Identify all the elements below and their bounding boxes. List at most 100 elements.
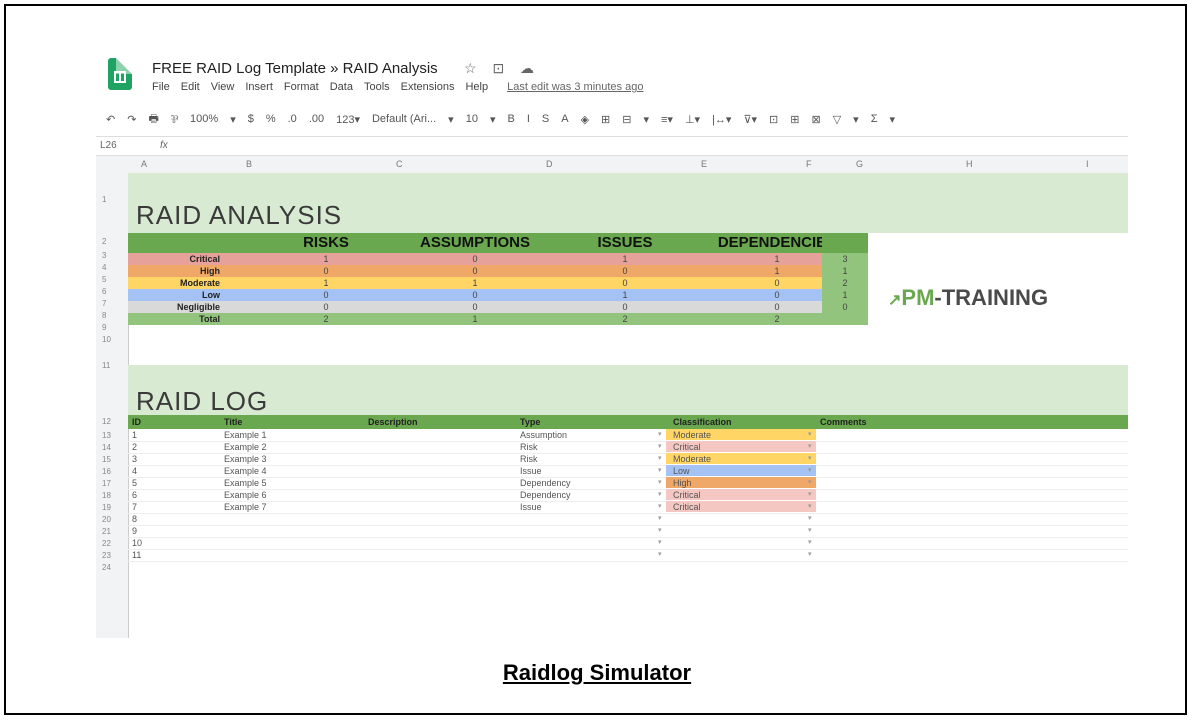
classification-dropdown-icon[interactable]: ▾ <box>808 537 812 549</box>
row-number[interactable]: 23 <box>102 551 111 560</box>
classification-dropdown-icon[interactable]: ▾ <box>808 465 812 477</box>
log-classification-cell[interactable]: Low <box>666 465 816 476</box>
menu-tools[interactable]: Tools <box>364 81 390 93</box>
toolbar-item[interactable]: ⊟ <box>622 113 631 126</box>
toolbar-item[interactable]: .0 <box>288 113 297 125</box>
classification-dropdown-icon[interactable]: ▾ <box>808 489 812 501</box>
log-classification-cell[interactable] <box>666 549 816 560</box>
row-number[interactable]: 13 <box>102 431 111 440</box>
summary-row-total[interactable]: 1 <box>822 289 868 301</box>
toolbar-item[interactable]: ▾ <box>448 113 454 126</box>
row-number[interactable]: 12 <box>102 417 111 426</box>
log-title-cell[interactable]: Example 6 <box>224 489 267 501</box>
column-header[interactable]: H <box>966 159 973 169</box>
log-id-cell[interactable]: 3 <box>132 453 137 465</box>
summary-value[interactable]: 0 <box>400 289 550 301</box>
summary-value[interactable]: 1 <box>550 253 700 265</box>
row-number[interactable]: 6 <box>102 287 106 296</box>
toolbar-item[interactable]: .00 <box>309 113 324 125</box>
type-dropdown-icon[interactable]: ▾ <box>658 477 662 489</box>
toolbar-item[interactable]: ⊡ <box>769 113 778 126</box>
summary-value[interactable]: 1 <box>252 277 400 289</box>
column-header[interactable]: A <box>141 159 147 169</box>
row-number[interactable]: 16 <box>102 467 111 476</box>
toolbar-item[interactable]: I <box>527 113 530 125</box>
classification-dropdown-icon[interactable]: ▾ <box>808 441 812 453</box>
toolbar-item[interactable]: ▾ <box>643 113 649 126</box>
classification-dropdown-icon[interactable]: ▾ <box>808 525 812 537</box>
log-id-cell[interactable]: 1 <box>132 429 137 441</box>
row-number[interactable]: 24 <box>102 563 111 572</box>
toolbar-item[interactable]: Default (Ari... <box>372 113 436 125</box>
row-number[interactable]: 10 <box>102 335 111 344</box>
toolbar-item[interactable]: ⊠ <box>811 113 820 126</box>
row-number[interactable]: 5 <box>102 275 106 284</box>
column-header[interactable]: B <box>246 159 252 169</box>
menu-format[interactable]: Format <box>284 81 319 93</box>
toolbar-item[interactable]: B <box>507 113 514 125</box>
summary-value[interactable]: 0 <box>400 253 550 265</box>
log-id-cell[interactable]: 8 <box>132 513 137 525</box>
type-dropdown-icon[interactable]: ▾ <box>658 549 662 561</box>
summary-value[interactable]: 0 <box>252 289 400 301</box>
column-header[interactable]: C <box>396 159 403 169</box>
toolbar-item[interactable]: ↶ <box>106 113 115 126</box>
toolbar-item[interactable]: 100% <box>190 113 218 125</box>
star-move-cloud-icons[interactable]: ☆ ⊡ ☁ <box>464 60 540 77</box>
log-classification-cell[interactable] <box>666 537 816 548</box>
log-type-cell[interactable]: Dependency <box>520 489 571 501</box>
toolbar-item[interactable]: ▽ <box>833 113 841 126</box>
summary-row-total[interactable]: 2 <box>822 277 868 289</box>
row-number[interactable]: 18 <box>102 491 111 500</box>
summary-value[interactable]: 1 <box>252 253 400 265</box>
log-type-cell[interactable]: Risk <box>520 453 538 465</box>
sheets-logo-icon[interactable] <box>108 58 132 90</box>
classification-dropdown-icon[interactable]: ▾ <box>808 549 812 561</box>
log-classification-cell[interactable]: Critical <box>666 489 816 500</box>
toolbar-item[interactable]: |↔▾ <box>712 113 731 126</box>
log-id-cell[interactable]: 2 <box>132 441 137 453</box>
classification-dropdown-icon[interactable]: ▾ <box>808 453 812 465</box>
classification-dropdown-icon[interactable]: ▾ <box>808 513 812 525</box>
row-number[interactable]: 19 <box>102 503 111 512</box>
log-classification-cell[interactable]: High <box>666 477 816 488</box>
column-header[interactable]: D <box>546 159 553 169</box>
toolbar-item[interactable]: S <box>542 113 549 125</box>
log-classification-cell[interactable]: Moderate <box>666 453 816 464</box>
summary-value[interactable]: 2 <box>252 313 400 325</box>
log-title-cell[interactable]: Example 1 <box>224 429 267 441</box>
toolbar-item[interactable]: ▾ <box>230 113 236 126</box>
toolbar-item[interactable]: A <box>561 113 568 125</box>
toolbar-item[interactable]: ▾ <box>490 113 496 126</box>
menu-extensions[interactable]: Extensions <box>401 81 455 93</box>
log-classification-cell[interactable]: Critical <box>666 441 816 452</box>
log-classification-cell[interactable] <box>666 525 816 536</box>
log-title-cell[interactable]: Example 7 <box>224 501 267 513</box>
toolbar-item[interactable]: ▾ <box>853 113 859 126</box>
type-dropdown-icon[interactable]: ▾ <box>658 489 662 501</box>
summary-value[interactable]: 2 <box>550 313 700 325</box>
log-id-cell[interactable]: 4 <box>132 465 137 477</box>
type-dropdown-icon[interactable]: ▾ <box>658 537 662 549</box>
classification-dropdown-icon[interactable]: ▾ <box>808 477 812 489</box>
column-header[interactable]: E <box>701 159 707 169</box>
row-number[interactable]: 11 <box>102 361 110 370</box>
menu-view[interactable]: View <box>211 81 235 93</box>
toolbar-item[interactable]: ⊥▾ <box>685 113 700 126</box>
column-header[interactable]: I <box>1086 159 1089 169</box>
row-number[interactable]: 15 <box>102 455 111 464</box>
summary-value[interactable]: 0 <box>252 301 400 313</box>
row-number[interactable]: 2 <box>102 237 106 246</box>
log-title-cell[interactable]: Example 4 <box>224 465 267 477</box>
toolbar-item[interactable]: 10 <box>466 113 478 125</box>
menu-data[interactable]: Data <box>330 81 353 93</box>
summary-value[interactable]: 0 <box>400 265 550 277</box>
log-id-cell[interactable]: 5 <box>132 477 137 489</box>
summary-value[interactable]: 0 <box>550 277 700 289</box>
toolbar-item[interactable]: ▾ <box>890 113 896 126</box>
log-type-cell[interactable]: Assumption <box>520 429 567 441</box>
toolbar-item[interactable]: % <box>266 113 276 125</box>
summary-value[interactable]: 1 <box>550 289 700 301</box>
summary-row-total[interactable]: 1 <box>822 265 868 277</box>
type-dropdown-icon[interactable]: ▾ <box>658 501 662 513</box>
